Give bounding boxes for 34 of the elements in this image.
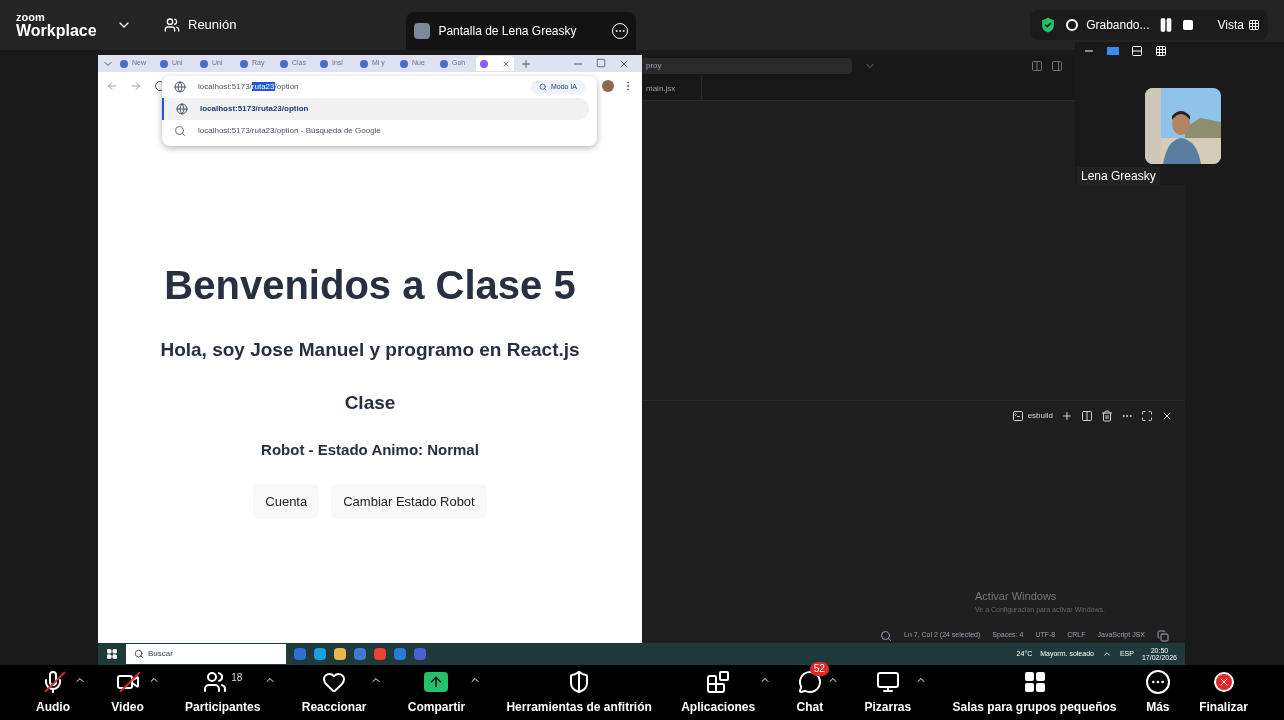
toolbar-button[interactable]: 18 Participantes	[181, 661, 265, 716]
toolbar-button[interactable]: Video	[107, 661, 148, 716]
toolbar-button[interactable]: Herramientas de anfitrión	[502, 661, 656, 716]
toolbar-button[interactable]: Aplicaciones	[677, 661, 760, 716]
page-button[interactable]: Cambiar Estado Robot	[331, 483, 487, 519]
participant-name: Lena Greasky	[1077, 167, 1160, 185]
share-tab-label: Pantalla de Lena Greasky	[438, 23, 577, 40]
toolbar-button[interactable]: Compartir	[403, 661, 470, 716]
suggestion-item[interactable]: localhost:5173/ruta23/option - Búsqueda de Google	[162, 120, 589, 142]
share-tab[interactable]: Pantalla de Lena Greasky	[406, 12, 637, 50]
view-button[interactable]: Vista	[1217, 16, 1260, 34]
page-heading: Benvenidos a Clase 5	[164, 262, 576, 309]
search-field[interactable]: proy	[642, 58, 852, 74]
page-subheading: Hola, soy Jose Manuel y programo en React.js	[160, 338, 580, 362]
recording-status: Grabando...	[1086, 17, 1150, 34]
file-tab[interactable]: main.jsx	[642, 77, 702, 100]
activation-title: Activar Windows	[975, 589, 1058, 604]
robot-status: Robot - Estado Animo: Normal	[261, 440, 479, 460]
section-title: Clase	[344, 390, 396, 415]
toolbar-button[interactable]: Reaccionar	[297, 661, 371, 716]
page-button[interactable]: Cuenta	[253, 483, 320, 519]
suggestion-item[interactable]: localhost:5173/ruta23/option	[162, 98, 589, 120]
meeting-button[interactable]: Reunión	[164, 15, 237, 35]
toolbar-button[interactable]: Más	[1141, 661, 1174, 716]
toolbar-button[interactable]: 52 Chat	[792, 661, 828, 716]
toolbar-button[interactable]: Audio	[32, 661, 74, 716]
toolbar-button[interactable]: Salas para grupos pequeños	[948, 661, 1121, 716]
brand-small: zoom	[16, 11, 46, 23]
toolbar-button[interactable]: Pizarras	[860, 661, 916, 716]
toolbar-button[interactable]: Finalizar	[1195, 661, 1252, 716]
participant-count: 18	[231, 670, 243, 685]
terminal-selector[interactable]: esbuild	[1011, 410, 1053, 422]
taskbar-search-field[interactable]: Buscar	[126, 644, 286, 664]
brand-name: Workplace	[16, 22, 98, 39]
